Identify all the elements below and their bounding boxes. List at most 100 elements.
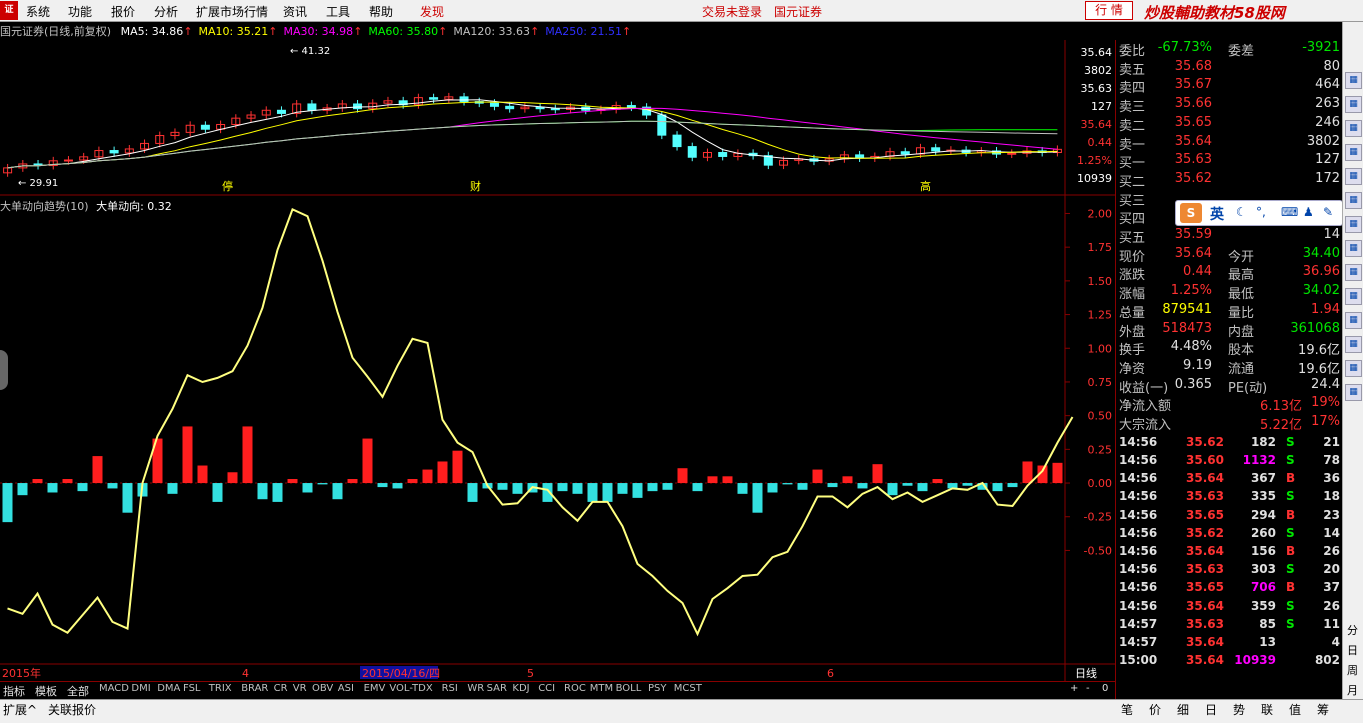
detail-tab[interactable]: 势 (1227, 701, 1251, 721)
moon-icon[interactable]: ☾ (1236, 205, 1247, 219)
quote-button[interactable]: 行 情 (1085, 1, 1133, 20)
menu-item-discover[interactable]: 发现 (420, 3, 444, 20)
side-tool-icon[interactable]: ▦ (1345, 216, 1362, 233)
quote-label: 涨幅 (1119, 287, 1146, 303)
indicator-tab[interactable]: ROC (564, 683, 586, 694)
indicator-tab[interactable]: SAR (487, 683, 507, 694)
detail-tab[interactable]: 笔 (1115, 701, 1139, 721)
menu-item-quote[interactable]: 报价 (111, 3, 135, 20)
indicator-tab[interactable]: VOL-TDX (389, 683, 432, 694)
menu-item-ext-market[interactable]: 扩展市场行情 (196, 3, 268, 20)
indicator-tab[interactable]: 模板 (35, 683, 57, 699)
login-status[interactable]: 交易未登录 (702, 3, 762, 20)
side-tool-icon[interactable]: ▦ (1345, 144, 1362, 161)
indicator-tab[interactable]: PSY (648, 683, 667, 694)
menu-item-news[interactable]: 资讯 (283, 3, 307, 20)
quote-value: 35.64 (1174, 245, 1212, 261)
menu-item-tools[interactable]: 工具 (326, 3, 350, 20)
indicator-tab[interactable]: MTM (590, 683, 613, 694)
indicator-bar (212, 483, 223, 502)
indicator-tab[interactable]: 指标 (3, 683, 25, 699)
side-tool-icon[interactable]: ▦ (1345, 168, 1362, 185)
zoom-control[interactable]: - (1086, 683, 1090, 694)
quote-value: 36.96 (1302, 264, 1340, 280)
indicator-tab[interactable]: OBV (312, 683, 333, 694)
side-tool-icon[interactable]: ▦ (1345, 384, 1362, 401)
detail-tab[interactable]: 价 (1143, 701, 1167, 721)
side-tool-icon[interactable]: ▦ (1345, 96, 1362, 113)
menu-item-system[interactable]: 系统 (26, 3, 50, 20)
indicator-tab[interactable]: TRIX (209, 683, 232, 694)
side-tool-icon[interactable]: ▦ (1345, 312, 1362, 329)
indicator-tab[interactable]: RSI (442, 683, 458, 694)
zoom-control[interactable]: 0 (1102, 683, 1108, 694)
side-tool-icon[interactable]: ▦ (1345, 264, 1362, 281)
punct-icon[interactable]: °, (1256, 205, 1266, 219)
tick-volume: 359 (1250, 598, 1276, 613)
related-quote-tab[interactable]: 关联报价 (48, 701, 96, 718)
side-tool-icon[interactable]: ▦ (1345, 360, 1362, 377)
detail-tab[interactable]: 细 (1171, 701, 1195, 721)
side-tool-label[interactable]: 分 (1347, 622, 1358, 638)
indicator-tab[interactable]: DMA (157, 683, 180, 694)
indicator-tab[interactable]: EMV (364, 683, 386, 694)
indicator-tab[interactable]: BOLL (616, 683, 642, 694)
indicator-bar (1022, 461, 1033, 484)
indicator-bar (227, 472, 238, 484)
menu-item-function[interactable]: 功能 (68, 3, 92, 20)
tick-row: 14:56 35.64 367 B 36 (1116, 471, 1342, 489)
indicator-tab[interactable]: WR (467, 683, 484, 694)
ma-label-3: MA60: 35.80 (368, 25, 439, 38)
indicator-tab[interactable]: BRAR (241, 683, 268, 694)
extend-tab[interactable]: 扩展^ (3, 701, 37, 718)
indicator-tab[interactable]: MACD (99, 683, 129, 694)
y-tick-label: 0.25 (1088, 443, 1113, 456)
indicator-tab[interactable]: MCST (674, 683, 702, 694)
side-tool-icon[interactable]: ▦ (1345, 72, 1362, 89)
price-axis-label: 3802 (1084, 64, 1112, 77)
indicator-tab[interactable]: 全部 (67, 683, 89, 699)
side-tool-icon[interactable]: ▦ (1345, 120, 1362, 137)
detail-tab[interactable]: 筹 (1311, 701, 1335, 721)
side-tool-icon[interactable]: ▦ (1345, 240, 1362, 257)
indicator-tab[interactable]: CR (274, 683, 288, 694)
tick-volume: 10939 (1234, 653, 1276, 668)
indicator-tab[interactable]: ASI (338, 683, 354, 694)
quote-label: 买三 (1119, 193, 1146, 209)
indicator-tab[interactable]: CCI (538, 683, 555, 694)
zoom-control[interactable]: + (1070, 683, 1078, 694)
indicator-chart: 2.00 1.75 1.50 1.25 1.00 0.75 0.50 0.25 0.00 -0.2… (0, 207, 1115, 680)
side-tool-label[interactable]: 月 (1347, 682, 1358, 698)
indicator-tab[interactable]: DMI (131, 683, 150, 694)
detail-tab[interactable]: 日 (1199, 701, 1223, 721)
ma-legend: MA5: 34.86↑ MA10: 35.21↑ MA30: 34.98↑ MA60:… (115, 25, 632, 38)
wrench-icon[interactable]: ✎ (1323, 205, 1333, 219)
ma-label-4: MA120: 33.63 (453, 25, 531, 38)
tick-volume: 706 (1250, 580, 1276, 595)
ime-toolbar[interactable]: S 英 ☾ °, ⌨ ♟ ✎ (1175, 200, 1343, 226)
collapse-arrow-icon[interactable] (0, 350, 8, 390)
price-axis-label: 10939 (1077, 172, 1112, 185)
menu-item-help[interactable]: 帮助 (369, 3, 393, 20)
detail-tab[interactable]: 联 (1255, 701, 1279, 721)
side-tool-icon[interactable]: ▦ (1345, 336, 1362, 353)
order-ratio-row: 委比 -67.73% 委差 -3921 (1116, 40, 1342, 59)
user-icon[interactable]: ♟ (1303, 205, 1314, 219)
tick-side: S (1286, 489, 1295, 504)
indicator-tab[interactable]: KDJ (512, 683, 529, 694)
indicator-tab[interactable]: FSL (183, 683, 201, 694)
tick-price: 35.64 (1186, 653, 1224, 668)
candle (550, 108, 560, 111)
ime-lang-label[interactable]: 英 (1210, 204, 1224, 224)
side-tool-label[interactable]: 周 (1347, 662, 1358, 678)
side-tool-label[interactable]: 日 (1347, 642, 1358, 658)
keyboard-icon[interactable]: ⌨ (1281, 205, 1298, 219)
indicator-tab[interactable]: VR (293, 683, 307, 694)
menu-item-analysis[interactable]: 分析 (154, 3, 178, 20)
detail-tab[interactable]: 值 (1283, 701, 1307, 721)
tick-side: B (1286, 543, 1296, 558)
tick-count: 23 (1323, 507, 1340, 522)
side-tool-icon[interactable]: ▦ (1345, 192, 1362, 209)
quote-label: 最低 (1228, 287, 1255, 303)
side-tool-icon[interactable]: ▦ (1345, 288, 1362, 305)
